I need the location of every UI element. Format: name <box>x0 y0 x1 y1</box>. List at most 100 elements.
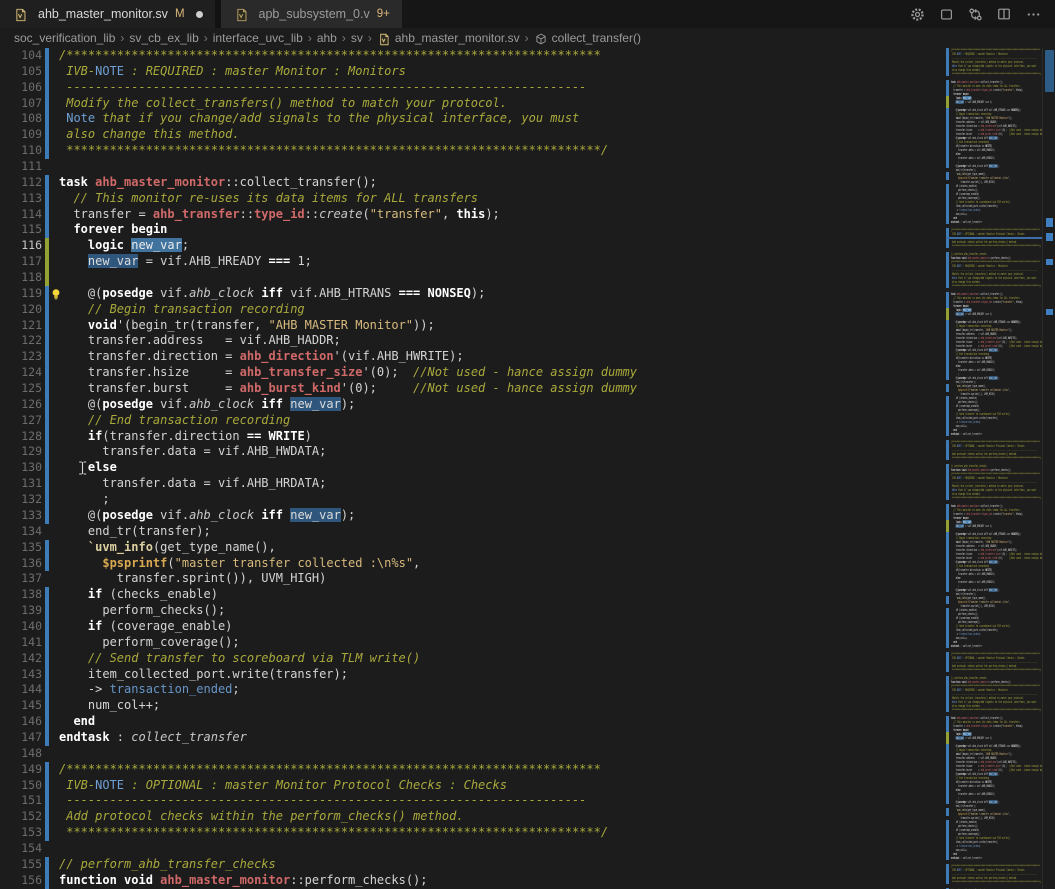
tab-ahb-master-monitor[interactable]: ahb_master_monitor.sv M <box>0 0 221 28</box>
code-line[interactable]: 141 perform_coverage(); <box>0 635 946 651</box>
line-number[interactable]: 134 <box>0 524 42 540</box>
breadcrumb-item[interactable]: soc_verification_lib <box>13 31 116 45</box>
line-number[interactable]: 119 <box>0 286 42 302</box>
code-line[interactable]: 150 IVB-NOTE : OPTIONAL : master Monitor… <box>0 778 946 794</box>
code-line[interactable]: 110 ************************************… <box>0 143 946 159</box>
line-number[interactable]: 128 <box>0 429 42 445</box>
code-line[interactable]: 129 transfer.data = vif.AHB_HWDATA; <box>0 444 946 460</box>
minimap[interactable]: /***************************************… <box>946 48 1042 889</box>
more-actions-icon[interactable] <box>1025 6 1041 22</box>
source-control-graph-icon[interactable] <box>967 6 983 22</box>
line-number[interactable]: 104 <box>0 48 42 64</box>
code-line[interactable]: 121 void'(begin_tr(transfer, "AHB MASTER… <box>0 318 946 334</box>
code-line[interactable]: 116 logic new_var; <box>0 238 946 254</box>
code-line[interactable]: 106 ------------------------------------… <box>0 80 946 96</box>
unsaved-dot-icon[interactable] <box>196 11 203 18</box>
line-number[interactable]: 138 <box>0 587 42 603</box>
line-number[interactable]: 129 <box>0 444 42 460</box>
line-number[interactable]: 126 <box>0 397 42 413</box>
code-line[interactable]: 128 if(transfer.direction == WRITE) <box>0 429 946 445</box>
code-line[interactable]: 130 else <box>0 460 946 476</box>
code-line[interactable]: 144 -> transaction_ended; <box>0 682 946 698</box>
code-line[interactable]: 115 forever begin <box>0 222 946 238</box>
line-number[interactable]: 113 <box>0 191 42 207</box>
code-line[interactable]: 148 <box>0 746 946 762</box>
line-number[interactable]: 105 <box>0 64 42 80</box>
line-number[interactable]: 120 <box>0 302 42 318</box>
breadcrumb-file[interactable]: ahb_master_monitor.sv <box>394 31 521 45</box>
code-line[interactable]: 131 transfer.data = vif.AHB_HRDATA; <box>0 476 946 492</box>
line-number[interactable]: 139 <box>0 603 42 619</box>
breadcrumb-item[interactable]: sv_cb_ex_lib <box>128 31 199 45</box>
code-line[interactable]: 154 <box>0 841 946 857</box>
line-number[interactable]: 115 <box>0 222 42 238</box>
code-line[interactable]: 109 also change this method. <box>0 127 946 143</box>
line-number[interactable]: 122 <box>0 333 42 349</box>
breadcrumb-item[interactable]: sv <box>350 31 364 45</box>
tab-apb-subsystem[interactable]: apb_subsystem_0.v 9+ <box>221 0 403 28</box>
code-line[interactable]: 156function void ahb_master_monitor::per… <box>0 873 946 889</box>
code-line[interactable]: 104/************************************… <box>0 48 946 64</box>
code-line[interactable]: 113 // This monitor re-uses its data ite… <box>0 191 946 207</box>
line-number[interactable]: 136 <box>0 556 42 572</box>
line-number[interactable]: 151 <box>0 793 42 809</box>
line-number[interactable]: 141 <box>0 635 42 651</box>
line-number[interactable]: 147 <box>0 730 42 746</box>
line-number[interactable]: 144 <box>0 682 42 698</box>
line-number[interactable]: 150 <box>0 778 42 794</box>
line-number[interactable]: 148 <box>0 746 42 762</box>
line-number[interactable]: 132 <box>0 492 42 508</box>
line-number[interactable]: 125 <box>0 381 42 397</box>
line-number[interactable]: 109 <box>0 127 42 143</box>
line-number[interactable]: 127 <box>0 413 42 429</box>
breadcrumb-symbol[interactable]: collect_transfer() <box>551 31 642 45</box>
code-line[interactable]: 147endtask : collect_transfer <box>0 730 946 746</box>
line-number[interactable]: 121 <box>0 318 42 334</box>
code-line[interactable]: 122 transfer.address = vif.AHB_HADDR; <box>0 333 946 349</box>
code-line[interactable]: 138 if (checks_enable) <box>0 587 946 603</box>
code-line[interactable]: 137 transfer.sprint()), UVM_HIGH) <box>0 571 946 587</box>
code-line[interactable]: 118 <box>0 270 946 286</box>
line-number[interactable]: 106 <box>0 80 42 96</box>
gear-icon[interactable] <box>909 6 925 22</box>
line-number[interactable]: 131 <box>0 476 42 492</box>
line-number[interactable]: 123 <box>0 349 42 365</box>
code-line[interactable]: 114 transfer = ahb_transfer::type_id::cr… <box>0 207 946 223</box>
panel-layout-icon[interactable] <box>938 6 954 22</box>
code-line[interactable]: 126 @(posedge vif.ahb_clock iff new_var)… <box>0 397 946 413</box>
scrollbar[interactable] <box>1042 48 1055 889</box>
code-line[interactable]: 123 transfer.direction = ahb_direction'(… <box>0 349 946 365</box>
lightbulb-icon[interactable] <box>50 288 62 301</box>
line-number[interactable]: 118 <box>0 270 42 286</box>
line-number[interactable]: 108 <box>0 111 42 127</box>
code-line[interactable]: 127 // End transaction recording <box>0 413 946 429</box>
line-number[interactable]: 135 <box>0 540 42 556</box>
code-line[interactable]: 152 Add protocol checks within the perfo… <box>0 809 946 825</box>
line-number[interactable]: 107 <box>0 96 42 112</box>
split-editor-icon[interactable] <box>996 6 1012 22</box>
code-line[interactable]: 134 end_tr(transfer); <box>0 524 946 540</box>
code-line[interactable]: 124 transfer.hsize = ahb_transfer_size'(… <box>0 365 946 381</box>
code-area[interactable]: 104/************************************… <box>0 48 946 889</box>
scrollbar-slider[interactable] <box>1045 50 1054 92</box>
code-line[interactable]: 112task ahb_master_monitor::collect_tran… <box>0 175 946 191</box>
line-number[interactable]: 153 <box>0 825 42 841</box>
code-line[interactable]: 107 Modify the collect_transfers() metho… <box>0 96 946 112</box>
line-number[interactable]: 145 <box>0 698 42 714</box>
line-number[interactable]: 154 <box>0 841 42 857</box>
line-number[interactable]: 152 <box>0 809 42 825</box>
line-number[interactable]: 143 <box>0 667 42 683</box>
code-line[interactable]: 120 // Begin transaction recording <box>0 302 946 318</box>
line-number[interactable]: 114 <box>0 207 42 223</box>
code-line[interactable]: 125 transfer.burst = ahb_burst_kind'(0);… <box>0 381 946 397</box>
line-number[interactable]: 112 <box>0 175 42 191</box>
code-line[interactable]: 140 if (coverage_enable) <box>0 619 946 635</box>
code-line[interactable]: 149/************************************… <box>0 762 946 778</box>
line-number[interactable]: 142 <box>0 651 42 667</box>
line-number[interactable]: 149 <box>0 762 42 778</box>
code-line[interactable]: 108 Note that if you change/add signals … <box>0 111 946 127</box>
line-number[interactable]: 156 <box>0 873 42 889</box>
breadcrumb-item[interactable]: interface_uvc_lib <box>212 31 304 45</box>
code-line[interactable]: 153 ************************************… <box>0 825 946 841</box>
line-number[interactable]: 111 <box>0 159 42 175</box>
